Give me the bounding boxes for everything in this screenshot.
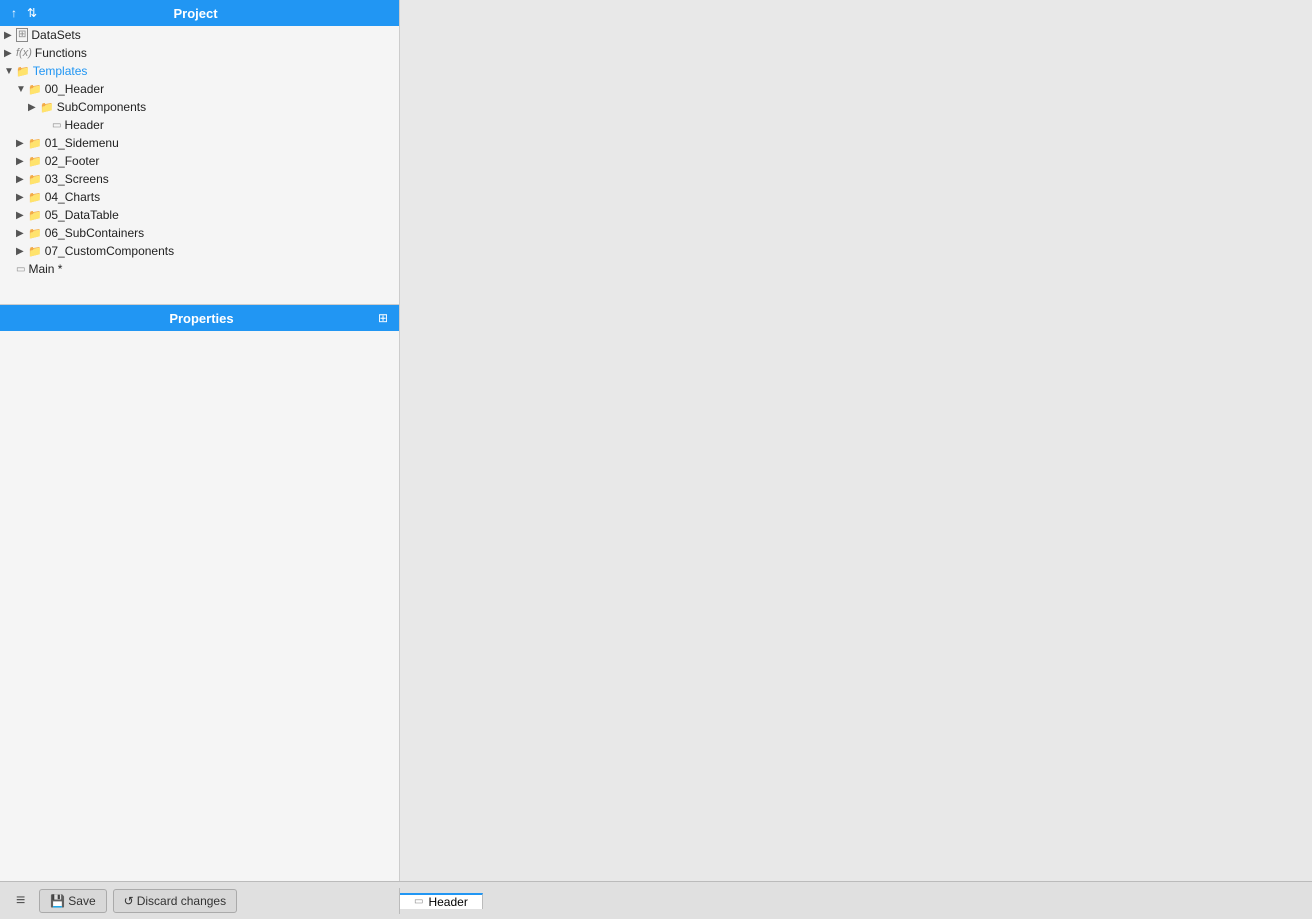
left-panel: ↑ ⇅ Project ▶ ⊞ DataSets ▶ f(x) Function… [0,0,400,881]
06subcontainers-label: 06_SubContainers [45,226,144,240]
chevron-templates: ▼ [4,66,16,77]
discard-button[interactable]: ↺ Discard changes [113,889,237,913]
chevron-05datatable: ▶ [16,210,28,221]
main-label: Main * [28,262,62,276]
04charts-folder-icon: 📁 [28,191,42,204]
discard-icon: ↺ [124,894,134,908]
project-title: Project [40,6,351,21]
project-header: ↑ ⇅ Project [0,0,399,26]
templates-folder-icon: 📁 [16,65,30,78]
tree-item-04charts[interactable]: ▶ 📁 04_Charts [0,188,399,206]
tree-item-07customcomponents[interactable]: ▶ 📁 07_CustomComponents [0,242,399,260]
bottom-right: ▭ Header [400,893,1312,909]
chevron-06subcontainers: ▶ [16,228,28,239]
tree-item-05datatable[interactable]: ▶ 📁 05_DataTable [0,206,399,224]
swap-icon[interactable]: ⇅ [24,5,40,21]
bottom-bar: ≡ 💾 Save ↺ Discard changes ▭ Header [0,881,1312,919]
hamburger-button[interactable]: ≡ [8,888,33,914]
tree-item-main[interactable]: ▶ ▭ Main * [0,260,399,278]
tab-header-icon: ▭ [414,896,423,907]
chevron-07customcomponents: ▶ [16,246,28,257]
tree-item-header-template[interactable]: ▶ ▭ Header [0,116,399,134]
07customcomponents-folder-icon: 📁 [28,245,42,258]
06subcontainers-folder-icon: 📁 [28,227,42,240]
05datatable-label: 05_DataTable [45,208,119,222]
properties-title: Properties [28,311,375,326]
dataset-icon: ⊞ [16,28,28,42]
properties-icon-btn[interactable]: ⊞ [375,310,391,326]
templates-label: Templates [33,64,88,78]
03screens-folder-icon: 📁 [28,173,42,186]
chevron-functions: ▶ [4,48,16,59]
chevron-04charts: ▶ [16,192,28,203]
02footer-label: 02_Footer [45,154,100,168]
00header-folder-icon: 📁 [28,83,42,96]
tree-item-01sidemenu[interactable]: ▶ 📁 01_Sidemenu [0,134,399,152]
main-template-icon: ▭ [16,264,25,275]
subcomponents-folder-icon: 📁 [40,101,54,114]
discard-label: Discard changes [137,894,226,908]
chevron-datasets: ▶ [4,30,16,41]
05datatable-folder-icon: 📁 [28,209,42,222]
header-template-icon: ▭ [52,120,61,131]
save-button[interactable]: 💾 Save [39,889,106,913]
01sidemenu-folder-icon: 📁 [28,137,42,150]
07customcomponents-label: 07_CustomComponents [45,244,174,258]
01sidemenu-label: 01_Sidemenu [45,136,119,150]
bottom-left: ≡ 💾 Save ↺ Discard changes [0,888,400,914]
00header-label: 00_Header [45,82,104,96]
header-icons: ↑ ⇅ [8,5,40,21]
tree-item-datasets[interactable]: ▶ ⊞ DataSets [0,26,399,44]
up-icon[interactable]: ↑ [8,5,20,21]
chevron-02footer: ▶ [16,156,28,167]
chevron-subcomponents: ▶ [28,102,40,113]
tree-panel: ▶ ⊞ DataSets ▶ f(x) Functions ▼ 📁 Templa… [0,26,399,304]
tree-item-02footer[interactable]: ▶ 📁 02_Footer [0,152,399,170]
right-panel [400,0,1312,881]
chevron-01sidemenu: ▶ [16,138,28,149]
04charts-label: 04_Charts [45,190,100,204]
tree-item-subcomponents[interactable]: ▶ 📁 SubComponents [0,98,399,116]
properties-header: Properties ⊞ [0,305,399,331]
tab-header-label: Header [428,895,467,909]
tab-header[interactable]: ▭ Header [400,893,483,909]
chevron-00header: ▼ [16,84,28,95]
tree-item-functions[interactable]: ▶ f(x) Functions [0,44,399,62]
02footer-folder-icon: 📁 [28,155,42,168]
tree-item-templates[interactable]: ▼ 📁 Templates [0,62,399,80]
functions-label: Functions [35,46,87,60]
save-label: Save [68,894,95,908]
03screens-label: 03_Screens [45,172,109,186]
tree-item-00header[interactable]: ▼ 📁 00_Header [0,80,399,98]
datasets-label: DataSets [31,28,80,42]
tree-item-06subcontainers[interactable]: ▶ 📁 06_SubContainers [0,224,399,242]
tab-bar: ▭ Header [400,893,483,909]
save-icon: 💾 [50,894,65,908]
properties-panel: Properties ⊞ [0,304,399,881]
header-template-label: Header [64,118,103,132]
tree-item-03screens[interactable]: ▶ 📁 03_Screens [0,170,399,188]
chevron-03screens: ▶ [16,174,28,185]
subcomponents-label: SubComponents [57,100,146,114]
func-icon: f(x) [16,47,32,59]
properties-body [0,331,399,881]
